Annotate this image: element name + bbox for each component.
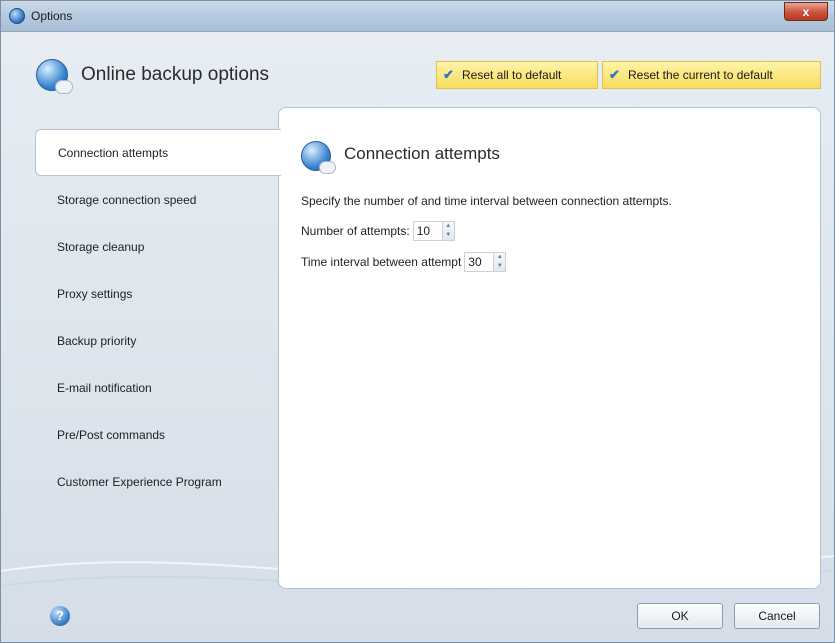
options-window: Options x Online backup options ✔ Reset … bbox=[0, 0, 835, 643]
attempts-input[interactable] bbox=[412, 221, 443, 241]
checkmark-icon: ✔ bbox=[609, 67, 620, 82]
interval-row: Time interval between attempt ▲ ▼ bbox=[301, 252, 507, 272]
sidebar-item-label: Storage cleanup bbox=[57, 239, 145, 254]
sidebar-item-label: Pre/Post commands bbox=[57, 427, 166, 442]
sidebar-item-email-notification[interactable]: E-mail notification bbox=[35, 364, 279, 411]
reset-current-button[interactable]: ✔ Reset the current to default bbox=[602, 61, 821, 89]
sidebar-item-connection-attempts[interactable]: Connection attempts bbox=[35, 129, 281, 176]
attempts-row: Number of attempts: ▲ ▼ bbox=[301, 221, 455, 241]
page-title: Online backup options bbox=[81, 64, 270, 85]
sidebar-item-label: Storage connection speed bbox=[57, 192, 197, 207]
title-bar[interactable]: Options x bbox=[1, 1, 834, 32]
close-button[interactable]: x bbox=[784, 2, 828, 21]
sidebar-item-customer-experience-program[interactable]: Customer Experience Program bbox=[35, 458, 279, 505]
window-title: Options bbox=[31, 9, 73, 23]
options-sidebar: Connection attempts Storage connection s… bbox=[35, 129, 281, 505]
attempts-label: Number of attempts: bbox=[301, 224, 410, 238]
sidebar-item-proxy-settings[interactable]: Proxy settings bbox=[35, 270, 279, 317]
help-icon[interactable]: ? bbox=[50, 606, 70, 626]
sidebar-item-label: Proxy settings bbox=[57, 286, 133, 301]
attempts-stepper[interactable]: ▲ ▼ bbox=[412, 221, 455, 241]
settings-panel: Connection attempts Specify the number o… bbox=[278, 107, 821, 589]
sidebar-item-storage-connection-speed[interactable]: Storage connection speed bbox=[35, 176, 279, 223]
interval-stepper[interactable]: ▲ ▼ bbox=[464, 252, 507, 272]
interval-spin-buttons[interactable]: ▲ ▼ bbox=[494, 252, 507, 272]
connection-globe-icon bbox=[301, 141, 336, 174]
reset-current-label: Reset the current to default bbox=[628, 68, 773, 82]
cancel-button[interactable]: Cancel bbox=[734, 603, 820, 629]
reset-all-button[interactable]: ✔ Reset all to default bbox=[436, 61, 598, 89]
reset-all-label: Reset all to default bbox=[462, 68, 562, 82]
sidebar-item-storage-cleanup[interactable]: Storage cleanup bbox=[35, 223, 279, 270]
sidebar-item-label: E-mail notification bbox=[57, 380, 152, 395]
sidebar-item-backup-priority[interactable]: Backup priority bbox=[35, 317, 279, 364]
spin-up-arrow-icon[interactable]: ▲ bbox=[443, 222, 454, 231]
spin-up-arrow-icon[interactable]: ▲ bbox=[494, 253, 505, 262]
panel-title: Connection attempts bbox=[344, 144, 500, 163]
panel-description: Specify the number of and time interval … bbox=[301, 194, 672, 208]
spin-down-arrow-icon[interactable]: ▼ bbox=[443, 231, 454, 240]
checkmark-icon: ✔ bbox=[443, 67, 454, 82]
sidebar-item-label: Backup priority bbox=[57, 333, 137, 348]
sidebar-item-label: Customer Experience Program bbox=[57, 474, 222, 489]
sidebar-item-label: Connection attempts bbox=[58, 145, 169, 160]
interval-input[interactable] bbox=[464, 252, 495, 272]
attempts-spin-buttons[interactable]: ▲ ▼ bbox=[442, 221, 455, 241]
interval-label: Time interval between attempt bbox=[301, 255, 462, 269]
ok-button[interactable]: OK bbox=[637, 603, 723, 629]
online-backup-globe-icon bbox=[36, 59, 73, 94]
spin-down-arrow-icon[interactable]: ▼ bbox=[494, 262, 505, 271]
app-globe-icon bbox=[9, 8, 25, 24]
sidebar-item-pre-post-commands[interactable]: Pre/Post commands bbox=[35, 411, 279, 458]
